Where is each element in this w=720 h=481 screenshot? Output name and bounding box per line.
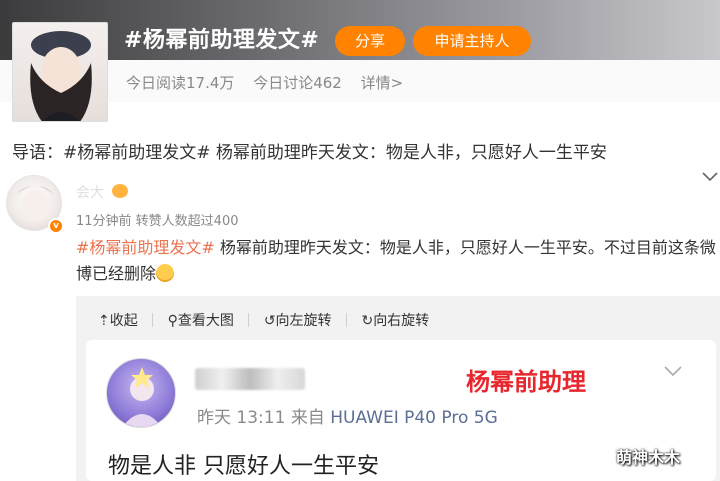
view-large-button[interactable]: ⚲查看大图 — [168, 310, 234, 330]
blurred-username — [195, 368, 305, 390]
assistant-label: 杨幂前助理 — [466, 368, 586, 396]
rotate-right-icon: ↻ — [361, 313, 374, 329]
member-crown-icon — [112, 184, 128, 198]
details-link[interactable]: 详情> — [361, 74, 404, 92]
topic-title: #杨幂前助理发文# — [124, 28, 320, 53]
card-text: 物是人非 只愿好人一生平安 — [108, 454, 379, 479]
watermark: 萌神木木 — [616, 448, 681, 467]
post-author-name[interactable]: 会大 — [76, 182, 104, 202]
chevron-down-icon — [664, 362, 682, 381]
topic-stats: 今日阅读17.4万 今日讨论462 详情> — [126, 72, 417, 93]
collapse-button[interactable]: ⇡收起 — [98, 310, 138, 330]
discussion-count: 今日讨论462 — [253, 74, 342, 92]
chevron-down-icon[interactable] — [702, 170, 718, 186]
card-author-avatar — [106, 358, 176, 428]
toolbar-divider — [248, 313, 250, 327]
card-time: 昨天 13:11 — [197, 408, 286, 428]
post-body: #杨幂前助理发文# 杨幂前助理昨天发文：物是人非，只愿好人一生平安。不过目前这条… — [76, 235, 716, 287]
toolbar-divider — [152, 313, 154, 327]
upload-arrow-icon: ⇡ — [98, 313, 110, 329]
read-count: 今日阅读17.4万 — [126, 74, 235, 92]
share-button[interactable]: 分享 — [335, 26, 405, 56]
rotate-left-icon: ↺ — [263, 313, 276, 329]
magnifier-icon: ⚲ — [167, 313, 178, 329]
card-source-prefix: 来自 — [290, 408, 325, 428]
verified-badge-icon: v — [48, 218, 64, 234]
card-source: HUAWEI P40 Pro 5G — [330, 408, 498, 428]
rotate-right-button[interactable]: ↻向右旋转 — [361, 310, 429, 330]
post-meta: 11分钟前 转赞人数超过400 — [76, 214, 239, 229]
topic-intro: 导语：#杨幂前助理发文# 杨幂前助理昨天发文：物是人非，只愿好人一生平安 — [12, 143, 607, 163]
topic-cover-image — [12, 22, 108, 122]
image-toolbar: ⇡收起 ⚲查看大图 ↺向左旋转 ↻向右旋转 — [98, 310, 439, 330]
toolbar-divider — [346, 313, 347, 327]
thinking-emoji-icon — [156, 264, 175, 282]
card-meta: 昨天 13:11 来自 HUAWEI P40 Pro 5G — [197, 403, 498, 428]
rotate-left-button[interactable]: ↺向左旋转 — [264, 310, 332, 330]
post-hashtag-link[interactable]: #杨幂前助理发文# — [76, 238, 215, 257]
apply-host-button[interactable]: 申请主持人 — [413, 26, 531, 56]
